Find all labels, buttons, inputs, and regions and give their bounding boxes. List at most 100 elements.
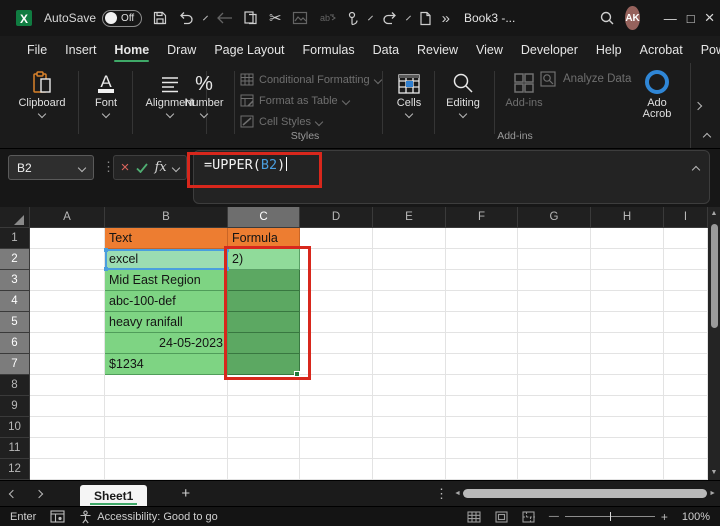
cell-G1[interactable] <box>518 228 591 249</box>
menu-item-home[interactable]: Home <box>105 39 158 62</box>
cell-C5[interactable] <box>228 312 300 333</box>
cell-H2[interactable] <box>591 249 664 270</box>
confirm-entry-button[interactable] <box>136 162 148 173</box>
select-all-button[interactable] <box>0 207 30 228</box>
minimize-button[interactable]: — <box>664 4 677 32</box>
cell-F5[interactable] <box>446 312 518 333</box>
cell-C6[interactable] <box>228 333 300 354</box>
horizontal-scrollbar[interactable]: ◄ ► <box>454 487 716 501</box>
autosave-toggle[interactable]: Off <box>102 9 143 27</box>
name-box[interactable]: B2 <box>8 155 94 180</box>
cell-C10[interactable] <box>228 417 300 438</box>
cell-F10[interactable] <box>446 417 518 438</box>
ribbon-collapse-icon[interactable] <box>698 129 716 145</box>
column-header-H[interactable]: H <box>591 207 664 228</box>
cell-E2[interactable] <box>373 249 446 270</box>
cell-A2[interactable] <box>30 249 105 270</box>
cell-G8[interactable] <box>518 375 591 396</box>
cell-H1[interactable] <box>591 228 664 249</box>
row-header-2[interactable]: 2 <box>0 249 30 270</box>
zoom-out-icon[interactable]: — <box>549 511 559 522</box>
cell-C3[interactable] <box>228 270 300 291</box>
close-button[interactable]: × <box>705 4 715 32</box>
cell-B8[interactable] <box>105 375 228 396</box>
cell-H9[interactable] <box>591 396 664 417</box>
cell-H10[interactable] <box>591 417 664 438</box>
cell-F11[interactable] <box>446 438 518 459</box>
cell-F9[interactable] <box>446 396 518 417</box>
cell-D7[interactable] <box>300 354 373 375</box>
menu-item-review[interactable]: Review <box>408 39 467 61</box>
cell-E11[interactable] <box>373 438 446 459</box>
cell-A11[interactable] <box>30 438 105 459</box>
row-header-4[interactable]: 4 <box>0 291 30 312</box>
touch-mode-dropdown-icon[interactable] <box>367 15 373 21</box>
menu-item-view[interactable]: View <box>467 39 512 61</box>
ribbon-group-font[interactable]: A Font <box>84 69 128 137</box>
column-header-E[interactable]: E <box>373 207 446 228</box>
cell-H4[interactable] <box>591 291 664 312</box>
prev-sheet-button[interactable] <box>0 489 26 498</box>
cell-I2[interactable] <box>664 249 708 270</box>
cell-F1[interactable] <box>446 228 518 249</box>
cell-E9[interactable] <box>373 396 446 417</box>
cell-E3[interactable] <box>373 270 446 291</box>
cell-H11[interactable] <box>591 438 664 459</box>
row-header-1[interactable]: 1 <box>0 228 30 249</box>
cell-B5[interactable]: heavy ranifall <box>105 312 228 333</box>
row-header-8[interactable]: 8 <box>0 375 30 396</box>
maximize-button[interactable]: □ <box>687 4 695 32</box>
menu-item-insert[interactable]: Insert <box>56 39 105 61</box>
redo-icon[interactable] <box>381 6 398 30</box>
cell-I8[interactable] <box>664 375 708 396</box>
cell-A5[interactable] <box>30 312 105 333</box>
cut-icon[interactable]: ✂ <box>269 6 282 30</box>
cell-D11[interactable] <box>300 438 373 459</box>
cell-C12[interactable] <box>228 459 300 480</box>
ribbon-group-clipboard[interactable]: Clipboard <box>12 69 72 137</box>
zoom-slider[interactable]: — + <box>549 510 668 524</box>
horizontal-scrollbar-thumb[interactable] <box>462 489 708 498</box>
scroll-left-icon[interactable]: ◄ <box>454 487 461 501</box>
menu-item-help[interactable]: Help <box>587 39 631 61</box>
copy-icon[interactable] <box>243 6 259 30</box>
cell-B4[interactable]: abc-100-def <box>105 291 228 312</box>
cell-D10[interactable] <box>300 417 373 438</box>
cell-F8[interactable] <box>446 375 518 396</box>
normal-view-icon[interactable] <box>467 510 481 523</box>
cell-H6[interactable] <box>591 333 664 354</box>
cell-D12[interactable] <box>300 459 373 480</box>
page-break-view-icon[interactable] <box>522 510 535 523</box>
cell-A4[interactable] <box>30 291 105 312</box>
sheet-tabs-more-icon[interactable]: ⋮ <box>435 486 454 502</box>
cell-A9[interactable] <box>30 396 105 417</box>
cell-B11[interactable] <box>105 438 228 459</box>
menu-item-acrobat[interactable]: Acrobat <box>631 39 692 61</box>
redo-dropdown-icon[interactable] <box>405 15 411 21</box>
scroll-up-icon[interactable]: ▲ <box>711 207 718 221</box>
cell-I6[interactable] <box>664 333 708 354</box>
cell-C9[interactable] <box>228 396 300 417</box>
cell-B3[interactable]: Mid East Region <box>105 270 228 291</box>
cell-B10[interactable] <box>105 417 228 438</box>
cell-I7[interactable] <box>664 354 708 375</box>
cell-B1[interactable]: Text <box>105 228 228 249</box>
cell-E6[interactable] <box>373 333 446 354</box>
column-header-G[interactable]: G <box>518 207 591 228</box>
save-icon[interactable] <box>152 6 168 30</box>
cell-E8[interactable] <box>373 375 446 396</box>
search-icon[interactable] <box>599 6 615 30</box>
scroll-down-icon[interactable]: ▼ <box>711 466 718 480</box>
formula-bar-collapse-icon[interactable] <box>691 160 701 178</box>
cell-G7[interactable] <box>518 354 591 375</box>
cell-B12[interactable] <box>105 459 228 480</box>
menu-item-formulas[interactable]: Formulas <box>294 39 364 61</box>
zoom-in-icon[interactable]: + <box>661 510 668 524</box>
page-layout-view-icon[interactable] <box>495 510 508 523</box>
conditional-formatting-button[interactable]: Conditional Formatting <box>240 70 382 89</box>
cell-B2[interactable]: excel <box>105 249 228 270</box>
row-header-3[interactable]: 3 <box>0 270 30 291</box>
cell-D9[interactable] <box>300 396 373 417</box>
cell-A10[interactable] <box>30 417 105 438</box>
sheet-tab-sheet1[interactable]: Sheet1 <box>80 484 148 507</box>
